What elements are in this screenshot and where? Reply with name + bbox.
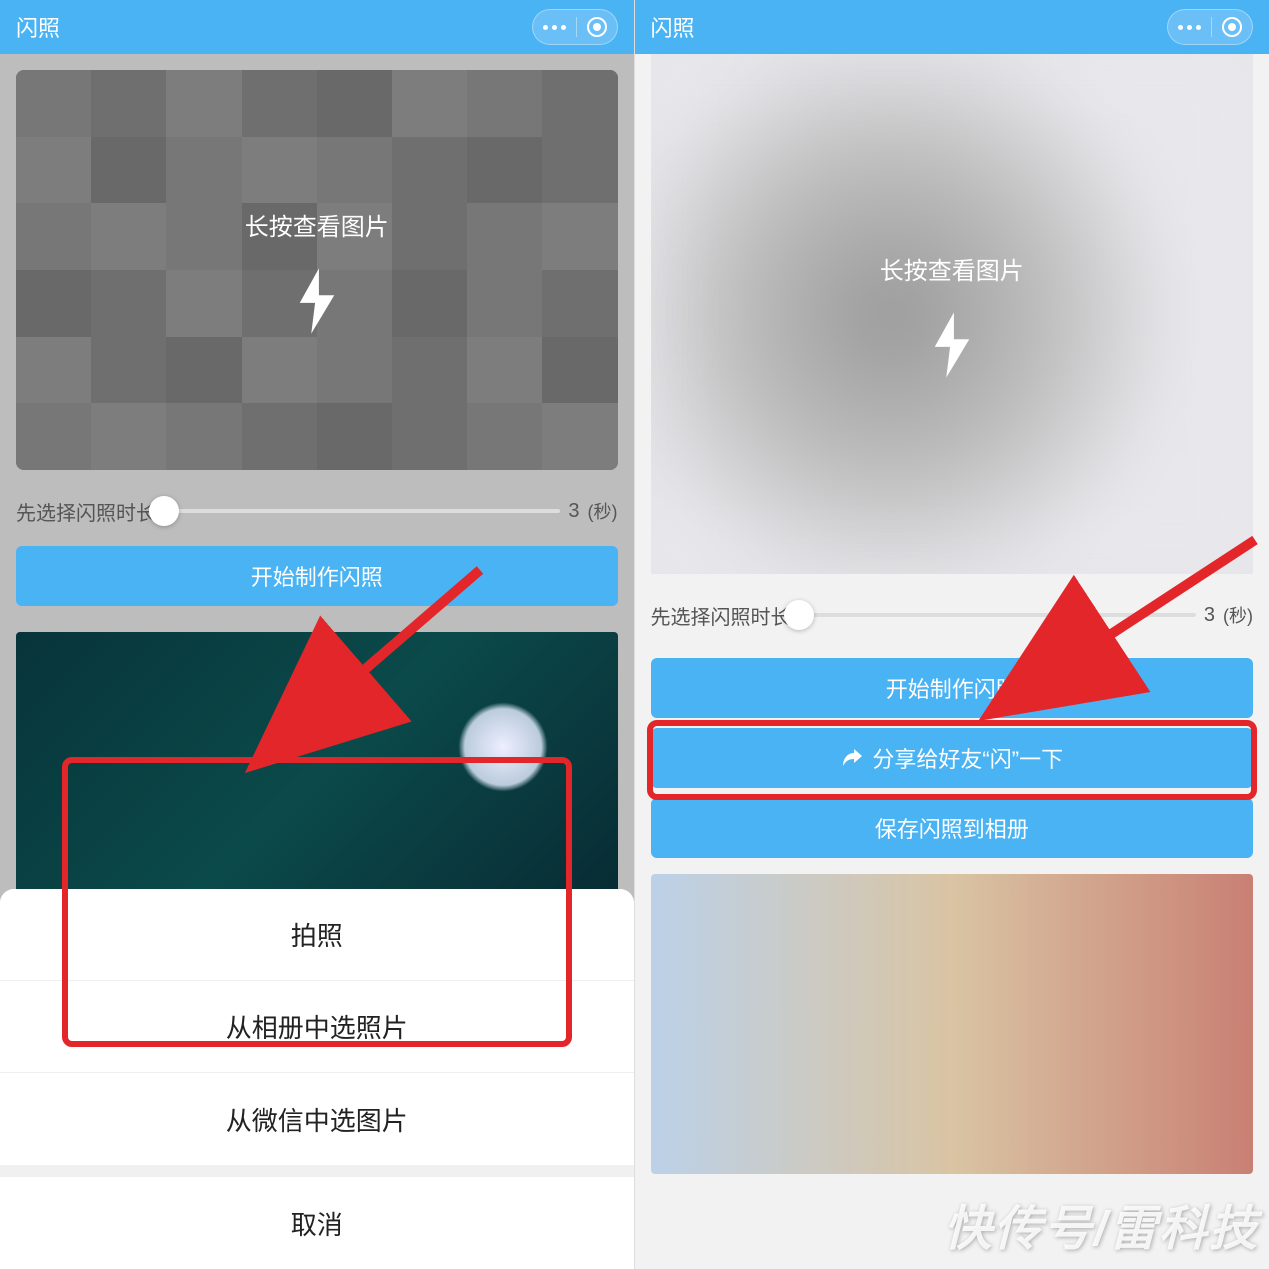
option-from-album[interactable]: 从相册中选照片	[0, 981, 634, 1073]
header: 闪照	[635, 0, 1269, 54]
watermark: 快传号/雷科技	[944, 1189, 1259, 1259]
capsule-controls	[1167, 9, 1253, 45]
make-button[interactable]: 开始制作闪照	[16, 546, 618, 606]
divider	[576, 17, 577, 37]
make-button[interactable]: 开始制作闪照	[651, 658, 1254, 718]
app-title: 闪照	[651, 11, 695, 43]
preview-hint: 长按查看图片	[880, 251, 1024, 286]
action-sheet: 拍照 从相册中选照片 从微信中选图片 取消	[0, 889, 634, 1269]
menu-icon[interactable]	[543, 25, 566, 30]
image-preview[interactable]: 长按查看图片	[651, 54, 1254, 574]
duration-slider[interactable]	[799, 613, 1196, 617]
ad-banner[interactable]	[651, 874, 1254, 1174]
option-take-photo[interactable]: 拍照	[0, 889, 634, 981]
slider-value: 3	[568, 500, 579, 523]
close-target-icon[interactable]	[1222, 17, 1242, 37]
sheet-gap	[0, 1165, 634, 1177]
preview-hint: 长按查看图片	[245, 207, 389, 242]
slider-thumb[interactable]	[784, 600, 814, 630]
header: 闪照	[0, 0, 634, 54]
share-button-label: 分享给好友“闪”一下	[872, 742, 1063, 774]
screen-right: 闪照 长按查看图片 先选择闪照时长 3 (秒) 开始制作闪照 分享给好友“闪”一…	[635, 0, 1269, 1269]
share-button[interactable]: 分享给好友“闪”一下	[651, 728, 1254, 788]
lightning-icon	[929, 312, 975, 378]
slider-label: 先选择闪照时长	[16, 497, 156, 526]
ad-banner[interactable]	[16, 632, 618, 912]
close-target-icon[interactable]	[587, 17, 607, 37]
slider-thumb[interactable]	[149, 496, 179, 526]
divider	[1211, 17, 1212, 37]
option-from-wechat[interactable]: 从微信中选图片	[0, 1073, 634, 1165]
slider-value: 3	[1204, 604, 1215, 627]
duration-slider-row: 先选择闪照时长 3 (秒)	[635, 590, 1269, 640]
app-title: 闪照	[16, 11, 60, 43]
menu-icon[interactable]	[1178, 25, 1201, 30]
image-preview[interactable]: 长按查看图片	[16, 70, 618, 470]
slider-unit: (秒)	[1223, 602, 1253, 628]
slider-label: 先选择闪照时长	[651, 601, 791, 630]
capsule-controls	[532, 9, 618, 45]
option-cancel[interactable]: 取消	[0, 1177, 634, 1269]
share-icon	[840, 746, 864, 770]
duration-slider-row: 先选择闪照时长 3 (秒)	[0, 486, 634, 536]
lightning-icon	[294, 268, 340, 334]
slider-unit: (秒)	[588, 498, 618, 524]
save-button[interactable]: 保存闪照到相册	[651, 798, 1254, 858]
screen-left: 闪照 长按查看图片 先选择闪照时长 3 (秒) 开始制作闪照 拍照	[0, 0, 635, 1269]
moon-graphic	[458, 702, 548, 792]
duration-slider[interactable]	[164, 509, 560, 513]
